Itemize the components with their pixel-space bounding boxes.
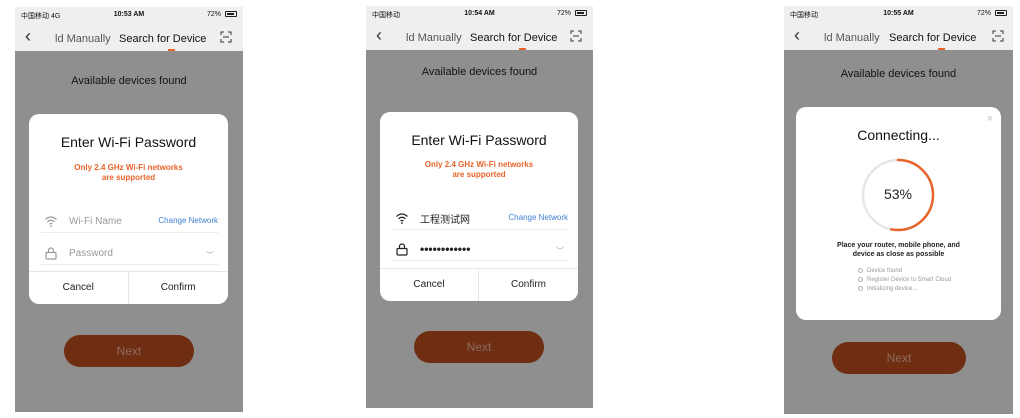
wifi-name-input[interactable] [69, 213, 155, 229]
status-bar: 中国移动 4G 10:53 AM 72% [15, 7, 243, 23]
scan-icon[interactable] [570, 30, 582, 42]
tab-add-manually[interactable]: ld Manually [406, 32, 462, 44]
nav-bar: ‹ ld Manually Search for Device [366, 24, 593, 50]
wifi-name-input[interactable] [420, 210, 506, 226]
dialog-title: Connecting... [857, 127, 940, 143]
phone-screen-3: 中国移动 10:55 AM 72% ‹ ld Manually Search f… [784, 6, 1013, 414]
hide-password-icon[interactable] [206, 250, 214, 256]
tab-search-for-device[interactable]: Search for Device [889, 32, 976, 44]
connection-steps: Device found Register Device to Smart Cl… [858, 267, 951, 294]
password-row [392, 238, 568, 261]
step-dot-icon [858, 285, 863, 291]
password-input[interactable] [69, 245, 155, 261]
password-row [41, 242, 218, 265]
lock-icon [44, 246, 58, 260]
frequency-warning: Only 2.4 GHz Wi-Fi networks are supporte… [29, 163, 228, 183]
placement-hint-line-1: Place your router, mobile phone, and [837, 242, 960, 249]
cancel-button[interactable]: Cancel [380, 269, 479, 301]
back-button[interactable]: ‹ [376, 26, 382, 44]
battery-icon [575, 10, 587, 16]
frequency-warning: Only 2.4 GHz Wi-Fi networks are supporte… [380, 160, 578, 180]
step-dot-icon [858, 276, 863, 282]
close-icon[interactable]: × [987, 113, 993, 125]
wifi-name-row: Change Network [41, 210, 218, 233]
hide-password-icon[interactable] [556, 246, 564, 252]
wifi-icon [44, 214, 58, 228]
wifi-password-dialog: Enter Wi-Fi Password Only 2.4 GHz Wi-Fi … [380, 112, 578, 301]
battery-percent: 72% [206, 11, 221, 18]
step-item: Initializing device... [858, 285, 951, 294]
confirm-button[interactable]: Confirm [479, 269, 578, 301]
dialog-title: Enter Wi-Fi Password [411, 132, 547, 148]
phone-screen-1: 中国移动 4G 10:53 AM 72% ‹ ld Manually Searc… [15, 7, 243, 412]
step-label: Register Device to Smart Cloud [867, 277, 952, 283]
nav-bar: ‹ ld Manually Search for Device [15, 25, 243, 51]
wifi-name-row: Change Network [392, 207, 568, 230]
battery-percent: 72% [976, 10, 991, 17]
warning-line-2: are supported [452, 170, 506, 179]
warning-line-1: Only 2.4 GHz Wi-Fi networks [74, 163, 183, 172]
connecting-dialog: × Connecting... 53% Place your router, m… [796, 107, 1001, 320]
battery-icon [225, 11, 237, 17]
step-item: Register Device to Smart Cloud [858, 276, 951, 285]
change-network-link[interactable]: Change Network [508, 213, 568, 222]
status-bar: 中国移动 10:55 AM 72% [784, 6, 1013, 22]
phone-screen-2: 中国移动 10:54 AM 72% ‹ ld Manually Search f… [366, 6, 593, 408]
cancel-button[interactable]: Cancel [29, 272, 129, 304]
battery-icon [995, 10, 1007, 16]
nav-bar: ‹ ld Manually Search for Device [784, 24, 1013, 50]
scan-icon[interactable] [220, 31, 232, 43]
tab-search-for-device[interactable]: Search for Device [119, 33, 206, 45]
dialog-actions: Cancel Confirm [380, 268, 578, 301]
warning-line-2: are supported [101, 173, 156, 182]
tab-add-manually[interactable]: ld Manually [824, 32, 880, 44]
placement-hint: Place your router, mobile phone, and dev… [796, 241, 1001, 259]
wifi-password-dialog: Enter Wi-Fi Password Only 2.4 GHz Wi-Fi … [29, 114, 228, 304]
dialog-title: Enter Wi-Fi Password [60, 134, 197, 150]
back-button[interactable]: ‹ [25, 27, 31, 45]
status-bar: 中国移动 10:54 AM 72% [366, 6, 593, 22]
warning-line-1: Only 2.4 GHz Wi-Fi networks [424, 160, 534, 169]
password-input[interactable] [420, 241, 506, 257]
tab-add-manually[interactable]: ld Manually [55, 33, 111, 45]
step-item: Device found [858, 267, 951, 276]
battery-percent: 72% [556, 10, 571, 17]
change-network-link[interactable]: Change Network [158, 216, 218, 225]
step-dot-icon [858, 267, 863, 273]
step-label: Initializing device... [867, 286, 918, 292]
scan-icon[interactable] [992, 30, 1004, 42]
tab-search-for-device[interactable]: Search for Device [470, 32, 557, 44]
back-button[interactable]: ‹ [794, 26, 800, 44]
progress-percent: 53% [883, 186, 913, 202]
placement-hint-line-2: device as close as possible [852, 251, 945, 258]
dialog-actions: Cancel Confirm [29, 271, 228, 304]
confirm-button[interactable]: Confirm [129, 272, 229, 304]
progress-ring: 53% [860, 157, 936, 233]
lock-icon [395, 242, 409, 256]
wifi-icon [395, 211, 409, 225]
step-label: Device found [867, 268, 903, 274]
